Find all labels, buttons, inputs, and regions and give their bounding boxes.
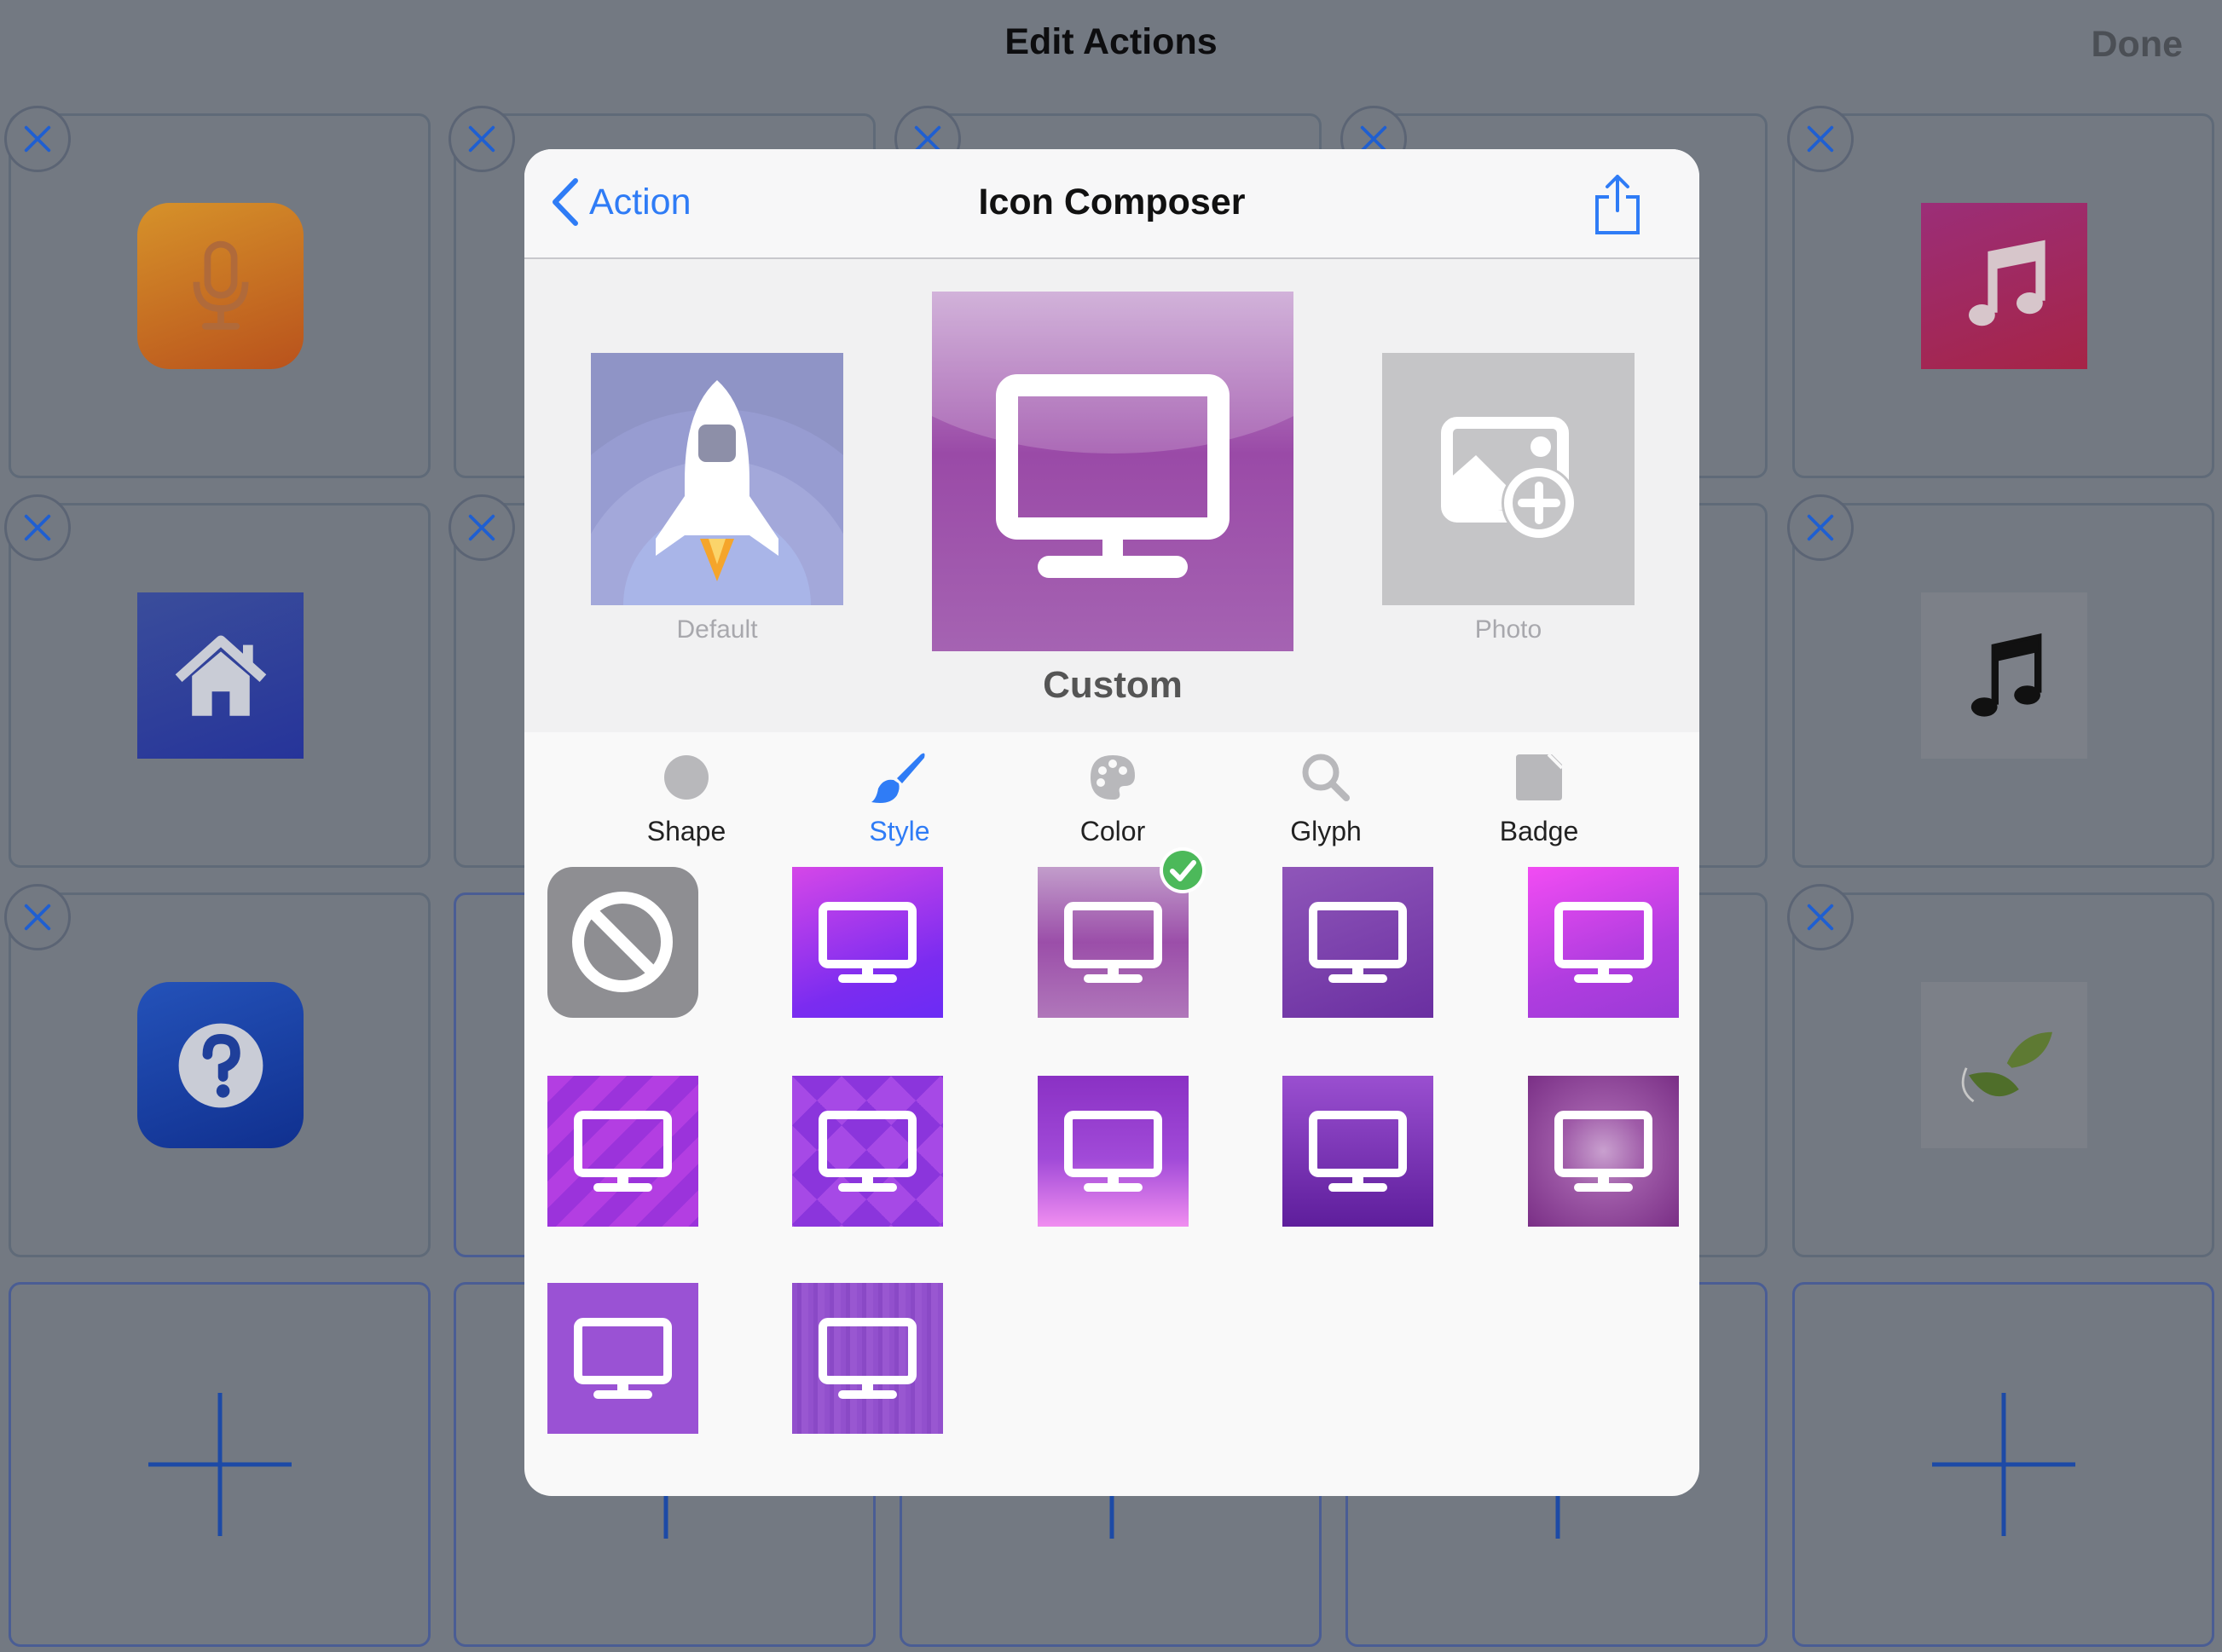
tab-color-label: Color [1079, 816, 1146, 846]
tab-style[interactable]: Style [814, 748, 985, 847]
icon-preview-area: Default Custom Photo [524, 259, 1699, 732]
delete-button[interactable] [4, 106, 71, 172]
close-icon [468, 514, 495, 541]
style-none-swatch[interactable] [547, 867, 698, 1018]
monitor-icon [1554, 902, 1652, 983]
style-swatch[interactable] [547, 1076, 698, 1227]
delete-button[interactable] [1787, 106, 1854, 172]
monitor-icon [1064, 902, 1162, 983]
rocket-icon [591, 353, 843, 605]
close-icon [1807, 125, 1834, 153]
style-swatch[interactable] [547, 1283, 698, 1434]
delete-button[interactable] [4, 884, 71, 950]
monitor-icon [819, 1111, 917, 1192]
delete-button[interactable] [1787, 884, 1854, 950]
default-icon-option[interactable] [591, 353, 843, 605]
plus-icon [1109, 1496, 1114, 1539]
photo-caption: Photo [1474, 615, 1542, 644]
modal-title: Icon Composer [978, 182, 1246, 222]
photo-icon-option[interactable] [1382, 353, 1635, 605]
style-swatch[interactable] [792, 867, 943, 1018]
plus-icon [148, 1393, 292, 1536]
monitor-icon [1064, 1111, 1162, 1192]
delete-button[interactable] [448, 494, 515, 561]
monitor-icon [1554, 1111, 1652, 1192]
custom-icon-preview[interactable] [932, 292, 1293, 651]
monitor-icon [819, 1318, 917, 1399]
style-swatch[interactable] [1528, 867, 1679, 1018]
monitor-icon [574, 1318, 672, 1399]
style-swatch[interactable] [1282, 867, 1433, 1018]
tab-glyph-label: Glyph [1290, 816, 1362, 846]
plus-icon [663, 1496, 668, 1539]
custom-caption: Custom [1043, 664, 1183, 706]
screen-title: Edit Actions [1004, 21, 1218, 62]
delete-button[interactable] [4, 494, 71, 561]
magnifier-icon [1302, 754, 1350, 801]
help-icon[interactable] [137, 982, 304, 1148]
default-caption: Default [676, 615, 758, 644]
close-icon [1807, 904, 1834, 931]
tab-style-label: Style [869, 816, 930, 846]
monitor-icon [574, 1111, 672, 1192]
style-swatch[interactable] [1038, 1076, 1189, 1227]
plus-icon [1932, 1393, 2075, 1536]
home-icon[interactable] [137, 592, 304, 759]
add-photo-icon [1441, 417, 1577, 540]
microphone-icon[interactable] [137, 203, 304, 369]
music-note-black-icon[interactable] [1921, 592, 2087, 759]
monitor-icon [932, 292, 1293, 651]
tab-glyph[interactable]: Glyph [1241, 748, 1411, 847]
share-icon[interactable] [1594, 173, 1641, 236]
paintbrush-icon [871, 753, 925, 803]
tab-shape[interactable]: Shape [601, 748, 772, 847]
close-icon [24, 514, 51, 541]
monitor-icon [1309, 902, 1407, 983]
badge-icon [1516, 753, 1564, 800]
tab-color[interactable]: Color [1027, 748, 1198, 847]
tab-shape-label: Shape [646, 816, 726, 846]
leaf-icon[interactable] [1921, 982, 2087, 1148]
done-button[interactable]: Done [2092, 24, 2184, 66]
checkmark-icon [1160, 847, 1206, 893]
style-swatch[interactable] [1282, 1076, 1433, 1227]
palette-icon [1091, 755, 1135, 800]
close-icon [1807, 514, 1834, 541]
style-swatch[interactable] [1528, 1076, 1679, 1227]
delete-button[interactable] [1787, 494, 1854, 561]
style-swatch[interactable] [792, 1283, 943, 1434]
close-icon [24, 125, 51, 153]
tab-badge[interactable]: Badge [1454, 748, 1624, 847]
music-note-icon[interactable] [1921, 203, 2087, 369]
close-icon [24, 904, 51, 931]
composer-tabs: Shape Style Color Glyph Badge [524, 732, 1699, 860]
tab-badge-label: Badge [1499, 816, 1579, 846]
close-icon [468, 125, 495, 153]
monitor-icon [1309, 1111, 1407, 1192]
navigation-bar: Action Icon Composer [524, 149, 1699, 259]
prohibited-icon [572, 892, 673, 992]
style-swatch[interactable] [792, 1076, 943, 1227]
delete-button[interactable] [448, 106, 515, 172]
monitor-icon [819, 902, 917, 983]
circle-icon [664, 755, 709, 800]
icon-composer-sheet: Action Icon Composer Default Custom Phot… [524, 149, 1699, 1496]
plus-icon [1555, 1496, 1560, 1539]
